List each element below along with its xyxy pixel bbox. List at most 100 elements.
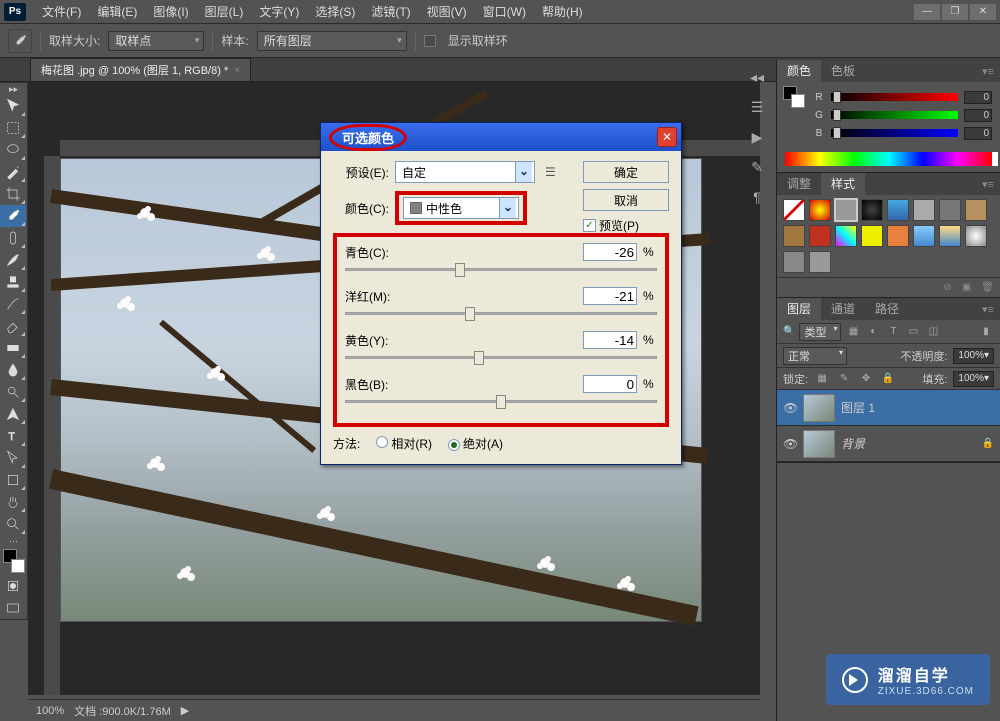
menu-filter[interactable]: 滤镜(T) xyxy=(363,3,418,20)
lock-all-icon[interactable]: 🔒 xyxy=(880,371,896,387)
slider-g[interactable] xyxy=(831,111,958,119)
visibility-icon[interactable]: 👁 xyxy=(783,437,797,451)
fill-value[interactable]: 100% ▾ xyxy=(953,371,994,387)
dock-handle[interactable]: ◂◂ xyxy=(747,68,767,86)
sample-size-select[interactable]: 取样点 xyxy=(108,31,204,51)
menu-layer[interactable]: 图层(L) xyxy=(197,3,252,20)
move-tool[interactable] xyxy=(0,95,26,117)
opacity-value[interactable]: 100% ▾ xyxy=(953,348,994,364)
history-panel-icon[interactable]: ☰ xyxy=(747,98,767,116)
new-style-icon[interactable]: ▣ xyxy=(962,282,971,293)
filter-toggle[interactable]: ▮ xyxy=(978,324,994,340)
char-panel-icon[interactable]: ¶ xyxy=(747,188,767,206)
sample-select[interactable]: 所有图层 xyxy=(257,31,407,51)
actions-panel-icon[interactable]: ▶ xyxy=(747,128,767,146)
crop-tool[interactable] xyxy=(0,183,26,205)
preview-checkbox[interactable]: ✓ xyxy=(583,219,596,232)
method-absolute[interactable]: 绝对(A) xyxy=(448,435,503,452)
slider-input[interactable] xyxy=(583,287,637,305)
panel-menu-icon[interactable]: ▾≡ xyxy=(976,303,1000,316)
status-chevron[interactable]: ▶ xyxy=(181,704,189,717)
quickmask-toggle[interactable] xyxy=(0,575,26,597)
dialog-close-button[interactable]: ✕ xyxy=(657,127,677,147)
history-brush-tool[interactable] xyxy=(0,293,26,315)
style-preset[interactable] xyxy=(939,199,961,221)
style-preset[interactable] xyxy=(809,199,831,221)
slider-input[interactable] xyxy=(583,375,637,393)
style-preset[interactable] xyxy=(965,199,987,221)
type-tool[interactable]: T xyxy=(0,425,26,447)
pen-tool[interactable] xyxy=(0,403,26,425)
filter-type-icon[interactable]: T xyxy=(885,324,901,340)
slider-track[interactable] xyxy=(345,351,657,365)
panel-menu-icon[interactable]: ▾≡ xyxy=(976,178,1000,191)
dodge-tool[interactable] xyxy=(0,381,26,403)
style-preset[interactable] xyxy=(913,199,935,221)
filter-shape-icon[interactable]: ▭ xyxy=(905,324,921,340)
stamp-tool[interactable] xyxy=(0,271,26,293)
style-preset[interactable] xyxy=(861,199,883,221)
eyedropper-tool[interactable] xyxy=(0,205,26,227)
brushes-panel-icon[interactable]: ✎ xyxy=(747,158,767,176)
filter-pixel-icon[interactable]: ▦ xyxy=(845,324,861,340)
slider-r[interactable] xyxy=(831,93,958,101)
lock-position-icon[interactable]: ✥ xyxy=(858,371,874,387)
layer-thumbnail[interactable] xyxy=(803,430,835,458)
slider-track[interactable] xyxy=(345,263,657,277)
blend-mode-select[interactable]: 正常 xyxy=(783,347,847,365)
preset-menu-icon[interactable]: ☰ xyxy=(545,165,556,179)
colors-select[interactable]: 中性色 xyxy=(403,197,519,219)
style-preset[interactable] xyxy=(887,199,909,221)
style-preset[interactable] xyxy=(939,225,961,247)
tab-styles[interactable]: 样式 xyxy=(821,173,865,195)
zoom-tool[interactable] xyxy=(0,513,26,535)
style-preset[interactable] xyxy=(783,225,805,247)
visibility-icon[interactable]: 👁 xyxy=(783,401,797,415)
filter-adjust-icon[interactable]: ◐ xyxy=(865,324,881,340)
restore-button[interactable]: ❐ xyxy=(942,4,968,20)
filter-smart-icon[interactable]: ◫ xyxy=(925,324,941,340)
tab-channels[interactable]: 通道 xyxy=(821,298,865,320)
layer-row[interactable]: 👁 图层 1 xyxy=(777,390,1000,426)
tab-layers[interactable]: 图层 xyxy=(777,298,821,320)
dialog-titlebar[interactable]: 可选颜色 ✕ xyxy=(321,123,681,151)
menu-select[interactable]: 选择(S) xyxy=(307,3,363,20)
wand-tool[interactable] xyxy=(0,161,26,183)
screenmode-toggle[interactable] xyxy=(0,597,26,619)
filter-kind-icon[interactable]: 🔍 xyxy=(783,326,795,337)
close-button[interactable]: ✕ xyxy=(970,4,996,20)
preset-select[interactable]: 自定 xyxy=(395,161,535,183)
current-tool-eyedropper[interactable] xyxy=(8,29,32,53)
slider-input[interactable] xyxy=(583,331,637,349)
style-preset[interactable] xyxy=(809,225,831,247)
style-preset[interactable] xyxy=(861,225,883,247)
lasso-tool[interactable] xyxy=(0,139,26,161)
hand-tool[interactable] xyxy=(0,491,26,513)
color-swatches[interactable] xyxy=(3,549,25,573)
style-preset[interactable] xyxy=(809,251,831,273)
path-select-tool[interactable] xyxy=(0,447,26,469)
cancel-button[interactable]: 取消 xyxy=(583,189,669,211)
blur-tool[interactable] xyxy=(0,359,26,381)
zoom-value[interactable]: 100% xyxy=(36,705,64,717)
ok-button[interactable]: 确定 xyxy=(583,161,669,183)
style-none[interactable] xyxy=(783,199,805,221)
show-ring-checkbox[interactable] xyxy=(424,35,436,47)
marquee-tool[interactable] xyxy=(0,117,26,139)
lock-transparent-icon[interactable]: ▦ xyxy=(814,371,830,387)
slider-track[interactable] xyxy=(345,395,657,409)
style-preset[interactable] xyxy=(913,225,935,247)
slider-b[interactable] xyxy=(831,129,958,137)
slider-track[interactable] xyxy=(345,307,657,321)
close-tab-icon[interactable]: × xyxy=(234,65,240,76)
lock-pixels-icon[interactable]: ✎ xyxy=(836,371,852,387)
layer-row[interactable]: 👁 背景 🔒 xyxy=(777,426,1000,462)
layer-name[interactable]: 背景 xyxy=(841,435,865,452)
eraser-tool[interactable] xyxy=(0,315,26,337)
menu-view[interactable]: 视图(V) xyxy=(419,3,475,20)
menu-type[interactable]: 文字(Y) xyxy=(251,3,307,20)
gradient-tool[interactable] xyxy=(0,337,26,359)
spectrum-bar[interactable] xyxy=(785,152,992,166)
tab-swatches[interactable]: 色板 xyxy=(821,60,865,82)
clear-style-icon[interactable]: ⊘ xyxy=(943,282,951,293)
